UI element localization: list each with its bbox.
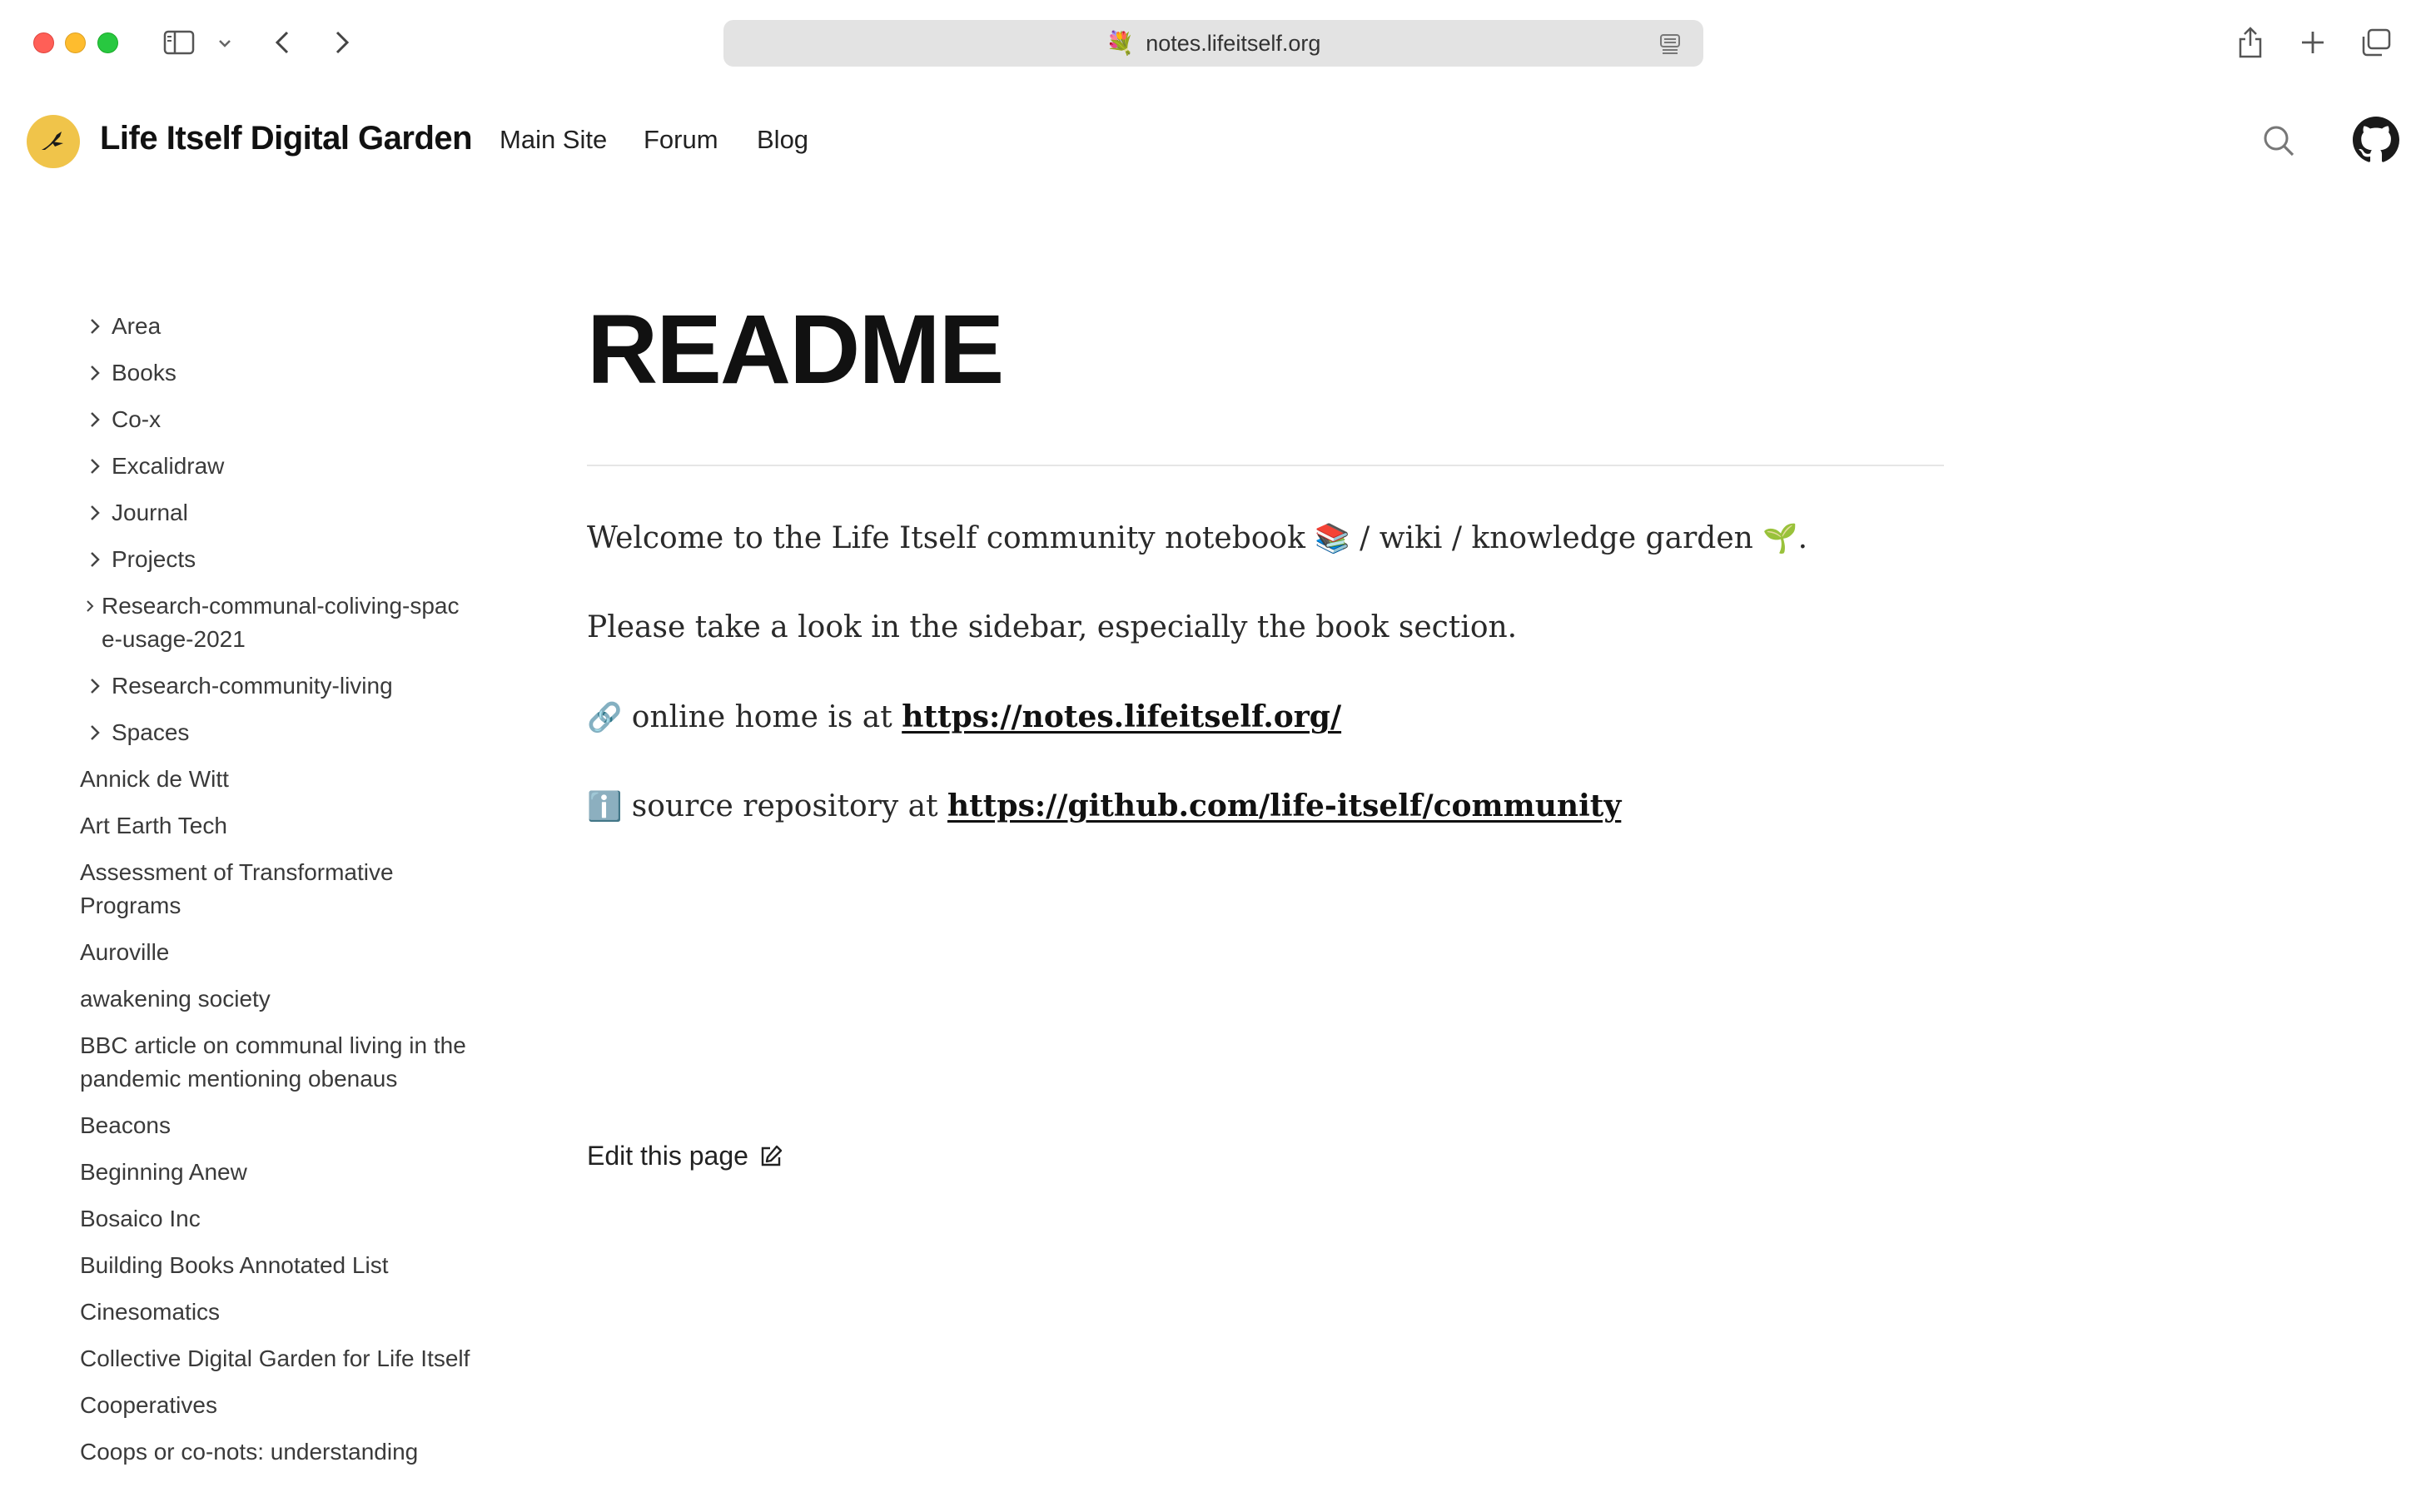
page-title: README [587,295,1004,405]
title-divider [587,465,1944,466]
chevron-right-icon[interactable] [78,716,112,749]
chevron-right-icon[interactable] [78,669,112,703]
browser-toolbar: 💐 notes.lifeitself.org [0,0,2421,87]
back-icon[interactable] [268,27,296,58]
site-favicon: 💐 [1106,30,1135,56]
sidebar-page-link[interactable]: Cinesomatics [80,1296,471,1329]
sidebar-page-link[interactable]: Auroville [80,936,471,969]
sidebar-folder-research-communal-coliving[interactable]: Research-communal-coliving-space-usage-2… [80,589,480,656]
sidebar-page-link[interactable]: Assessment of Transformative Programs [80,856,471,923]
chevron-right-icon[interactable] [78,589,102,623]
minimize-window-button[interactable] [65,32,86,53]
sidebar-page-link[interactable]: awakening society [80,982,471,1016]
github-icon[interactable] [2353,117,2399,167]
sidebar-page-link[interactable]: Beginning Anew [80,1156,471,1189]
site-header: Life Itself Digital Garden Main Site For… [0,108,2421,175]
sidebar-page-link[interactable]: Bosaico Inc [80,1202,471,1236]
sidebar-folder-journal[interactable]: Journal [80,496,480,530]
sidebar-folder-books[interactable]: Books [80,356,480,390]
books-icon: 📚 [1315,522,1350,555]
sidebar-page-link[interactable]: BBC article on communal living in the pa… [80,1029,471,1096]
nav-blog[interactable]: Blog [757,125,808,155]
sidebar-folder-spaces[interactable]: Spaces [80,716,480,749]
sidebar-folder-area[interactable]: Area [80,310,480,343]
nav-forum[interactable]: Forum [644,125,718,155]
sidebar-note-paragraph: Please take a look in the sidebar, espec… [587,610,1518,644]
sidebar-page-link[interactable]: Beacons [80,1109,471,1142]
sidebar-folder-excalidraw[interactable]: Excalidraw [80,450,480,483]
online-home-paragraph: 🔗 online home is at https://notes.lifeit… [587,699,1342,734]
chevron-right-icon[interactable] [78,543,112,576]
sidebar: Area Books Co-x Excalidraw Journal Proje… [80,310,480,1482]
info-icon: ℹ️ [587,790,623,823]
sidebar-page-link[interactable]: Coops or co-nots: understanding [80,1435,471,1469]
tab-overview-icon[interactable] [2359,27,2393,58]
chevron-down-icon[interactable] [215,33,235,53]
chevron-right-icon[interactable] [78,403,112,436]
edit-icon [761,1145,783,1166]
seedling-icon: 🌱 [1762,522,1798,555]
source-repo-paragraph: ℹ️ source repository at https://github.c… [587,788,1622,823]
url-text: notes.lifeitself.org [1146,30,1321,56]
link-icon: 🔗 [587,701,623,734]
online-home-link[interactable]: https://notes.lifeitself.org/ [902,699,1341,734]
site-title[interactable]: Life Itself Digital Garden [100,120,473,157]
sidebar-folder-co-x[interactable]: Co-x [80,403,480,436]
zoom-window-button[interactable] [97,32,118,53]
sidebar-toggle-icon[interactable] [162,28,196,57]
sidebar-folder-projects[interactable]: Projects [80,543,480,576]
chevron-right-icon[interactable] [78,450,112,483]
chevron-right-icon[interactable] [78,496,112,530]
source-repo-link[interactable]: https://github.com/life-itself/community [947,788,1621,823]
nav-main-site[interactable]: Main Site [500,125,607,155]
reader-mode-icon[interactable] [1658,32,1682,60]
close-window-button[interactable] [33,32,54,53]
new-tab-icon[interactable] [2297,27,2329,58]
chevron-right-icon[interactable] [78,310,112,343]
edit-page-label: Edit this page [587,1141,748,1171]
sidebar-folder-research-community-living[interactable]: Research-community-living [80,669,480,703]
share-icon[interactable] [2235,25,2266,60]
site-logo[interactable] [27,115,80,168]
forward-icon[interactable] [328,27,356,58]
search-icon[interactable] [2261,123,2296,162]
address-bar[interactable]: 💐 notes.lifeitself.org [723,20,1703,67]
sidebar-page-link[interactable]: Cooperatives [80,1389,471,1422]
sidebar-page-link[interactable]: Collective Digital Garden for Life Itsel… [80,1342,471,1375]
sidebar-page-link[interactable]: Art Earth Tech [80,809,471,843]
edit-page-link[interactable]: Edit this page [587,1141,783,1171]
welcome-paragraph: Welcome to the Life Itself community not… [587,521,1808,555]
main-content: README Welcome to the Life Itself commun… [587,291,1944,823]
sidebar-page-link[interactable]: Building Books Annotated List [80,1249,471,1282]
chevron-right-icon[interactable] [78,356,112,390]
sidebar-page-link[interactable]: Annick de Witt [80,763,471,796]
